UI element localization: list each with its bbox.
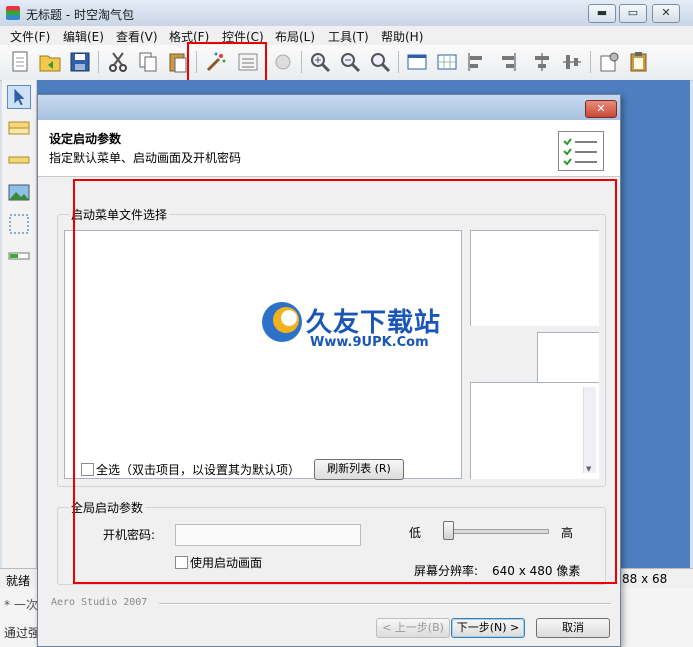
- dialog-close-button[interactable]: ✕: [585, 100, 617, 118]
- align-left-icon[interactable]: [465, 50, 489, 74]
- grid-icon[interactable]: [435, 50, 459, 74]
- main-title-bar: 无标题 - 时空淘气包 ▬ ▭ ✕: [0, 0, 693, 27]
- pointer-tool-icon[interactable]: [7, 85, 31, 109]
- hint-line-1: * 一次: [4, 598, 38, 612]
- align-middle-icon[interactable]: [560, 50, 584, 74]
- checklist-icon: [558, 131, 604, 171]
- dialog-heading: 设定启动参数: [49, 132, 122, 146]
- menu-file[interactable]: 文件(F): [10, 28, 50, 45]
- prev-button[interactable]: < 上一步(B): [376, 618, 450, 638]
- dialog-title-bar: ✕: [38, 95, 620, 120]
- zoom-out-icon[interactable]: [338, 50, 362, 74]
- menu-item-tool-icon[interactable]: [7, 116, 31, 140]
- label-tool-icon[interactable]: [7, 148, 31, 172]
- next-button[interactable]: 下一步(N) >: [451, 618, 525, 638]
- status-size: 88 x 68: [622, 572, 668, 586]
- frame-tool-icon[interactable]: [7, 212, 31, 236]
- align-right-icon[interactable]: [495, 50, 519, 74]
- menu-tools[interactable]: 工具(T): [328, 28, 369, 45]
- watermark-logo-icon: [262, 302, 302, 342]
- watermark-title: 久友下载站: [306, 308, 442, 338]
- footer-brand: Aero Studio 2007: [51, 597, 148, 608]
- menu-layout[interactable]: 布局(L): [275, 28, 315, 45]
- open-folder-icon[interactable]: [38, 50, 62, 74]
- toolbar: [0, 45, 693, 81]
- progress-tool-icon[interactable]: [7, 244, 31, 268]
- dialog-header: 设定启动参数 指定默认菜单、启动画面及开机密码: [38, 120, 620, 177]
- align-center-icon[interactable]: [530, 50, 554, 74]
- menu-help[interactable]: 帮助(H): [381, 28, 423, 45]
- dialog-subheading: 指定默认菜单、启动画面及开机密码: [49, 151, 242, 165]
- window-title: 无标题 - 时空淘气包: [26, 8, 134, 22]
- cancel-button[interactable]: 取消: [536, 618, 610, 638]
- menu-bar: 文件(F) 编辑(E) 查看(V) 格式(F) 控件(C) 布局(L) 工具(T…: [0, 26, 693, 46]
- app-icon: [6, 6, 20, 20]
- startup-params-dialog: ✕ 设定启动参数 指定默认菜单、启动画面及开机密码 启动菜单文件选择 ▼ 全选（…: [37, 94, 621, 647]
- dialog-highlight-box: [73, 179, 617, 584]
- close-button[interactable]: ✕: [652, 4, 680, 23]
- watermark-url: Www.9UPK.Com: [310, 335, 429, 350]
- clipboard-icon[interactable]: [627, 50, 651, 74]
- maximize-button[interactable]: ▭: [619, 4, 647, 23]
- copy-icon[interactable]: [136, 50, 160, 74]
- status-text: 就绪: [6, 574, 31, 588]
- cut-icon[interactable]: [106, 50, 130, 74]
- save-icon[interactable]: [68, 50, 92, 74]
- settings-icon[interactable]: [597, 50, 621, 74]
- image-tool-icon[interactable]: [7, 180, 31, 204]
- menu-edit[interactable]: 编辑(E): [63, 28, 104, 45]
- zoom-reset-icon[interactable]: [368, 50, 392, 74]
- layout-frame-icon[interactable]: [405, 50, 429, 74]
- menu-view[interactable]: 查看(V): [116, 28, 158, 45]
- zoom-in-icon[interactable]: [308, 50, 332, 74]
- minimize-button[interactable]: ▬: [588, 4, 616, 23]
- preview-icon[interactable]: [271, 50, 295, 74]
- hint-line-2: 通过强: [4, 626, 41, 640]
- footer-divider: [159, 603, 611, 605]
- left-tool-palette: [2, 80, 37, 568]
- new-file-icon[interactable]: [8, 50, 32, 74]
